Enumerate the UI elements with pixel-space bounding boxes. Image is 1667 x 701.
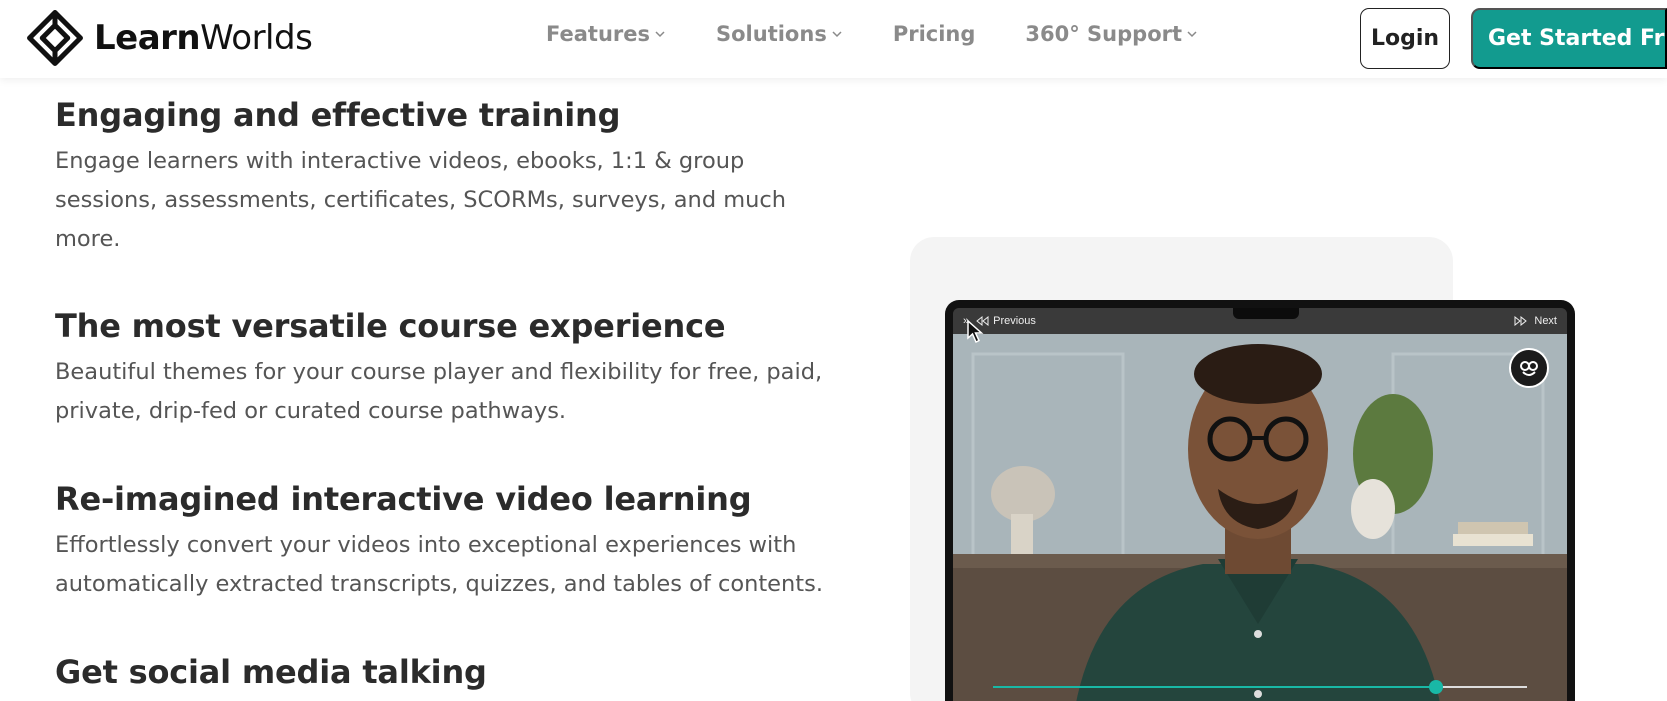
nav-item-label: Solutions [716,22,827,46]
chevron-down-icon [655,31,665,38]
feature-item: Engaging and effective training Engage l… [55,96,855,259]
instructor-video[interactable] [953,334,1567,701]
get-started-button[interactable]: Get Started Free [1471,8,1667,69]
owl-logo-icon [1509,348,1549,388]
nav-item-support[interactable]: 360° Support [1025,22,1198,46]
laptop-mockup: » Previous Next [945,300,1575,701]
video-progress-fill [993,686,1437,688]
nav-item-solutions[interactable]: Solutions [716,22,843,46]
camera-notch [1233,308,1299,319]
main-nav: Features Solutions Pricing 360° Support [546,22,1198,46]
feature-title: Get social media talking [55,653,487,691]
nav-item-label: Features [546,22,650,46]
fast-forward-icon [1514,316,1528,326]
mouse-cursor-icon [967,320,984,344]
nav-item-features[interactable]: Features [546,22,666,46]
feature-item: The most versatile course experience Bea… [55,307,855,431]
nav-item-label: 360° Support [1025,22,1183,46]
previous-label: Previous [993,315,1036,327]
feature-description: Beautiful themes for your course player … [55,359,823,424]
feature-item: Get social media talking [55,653,855,691]
login-button[interactable]: Login [1360,8,1450,69]
chevron-down-icon [832,31,842,38]
video-progress-bar[interactable] [993,680,1527,694]
chevron-down-icon [1187,31,1197,38]
nav-item-label: Pricing [892,22,976,46]
next-label: Next [1534,315,1557,327]
feature-title: Re-imagined interactive video learning [55,480,752,518]
feature-item: Re-imagined interactive video learning E… [55,480,855,604]
feature-description: Engage learners with interactive videos,… [55,148,787,252]
learnworlds-logo[interactable]: LearnWorlds [26,10,313,66]
site-header: LearnWorlds Features Solutions Pricing 3… [0,0,1667,78]
feature-description: Effortlessly convert your videos into ex… [55,532,823,597]
next-button[interactable]: Next [1514,315,1557,327]
feature-title: The most versatile course experience [55,307,726,345]
learnworlds-logo-icon [27,10,83,66]
course-player-screen: » Previous Next [953,308,1567,701]
logo-wordmark: LearnWorlds [94,18,313,58]
feature-title: Engaging and effective training [55,96,621,134]
nav-item-pricing[interactable]: Pricing [893,22,976,46]
